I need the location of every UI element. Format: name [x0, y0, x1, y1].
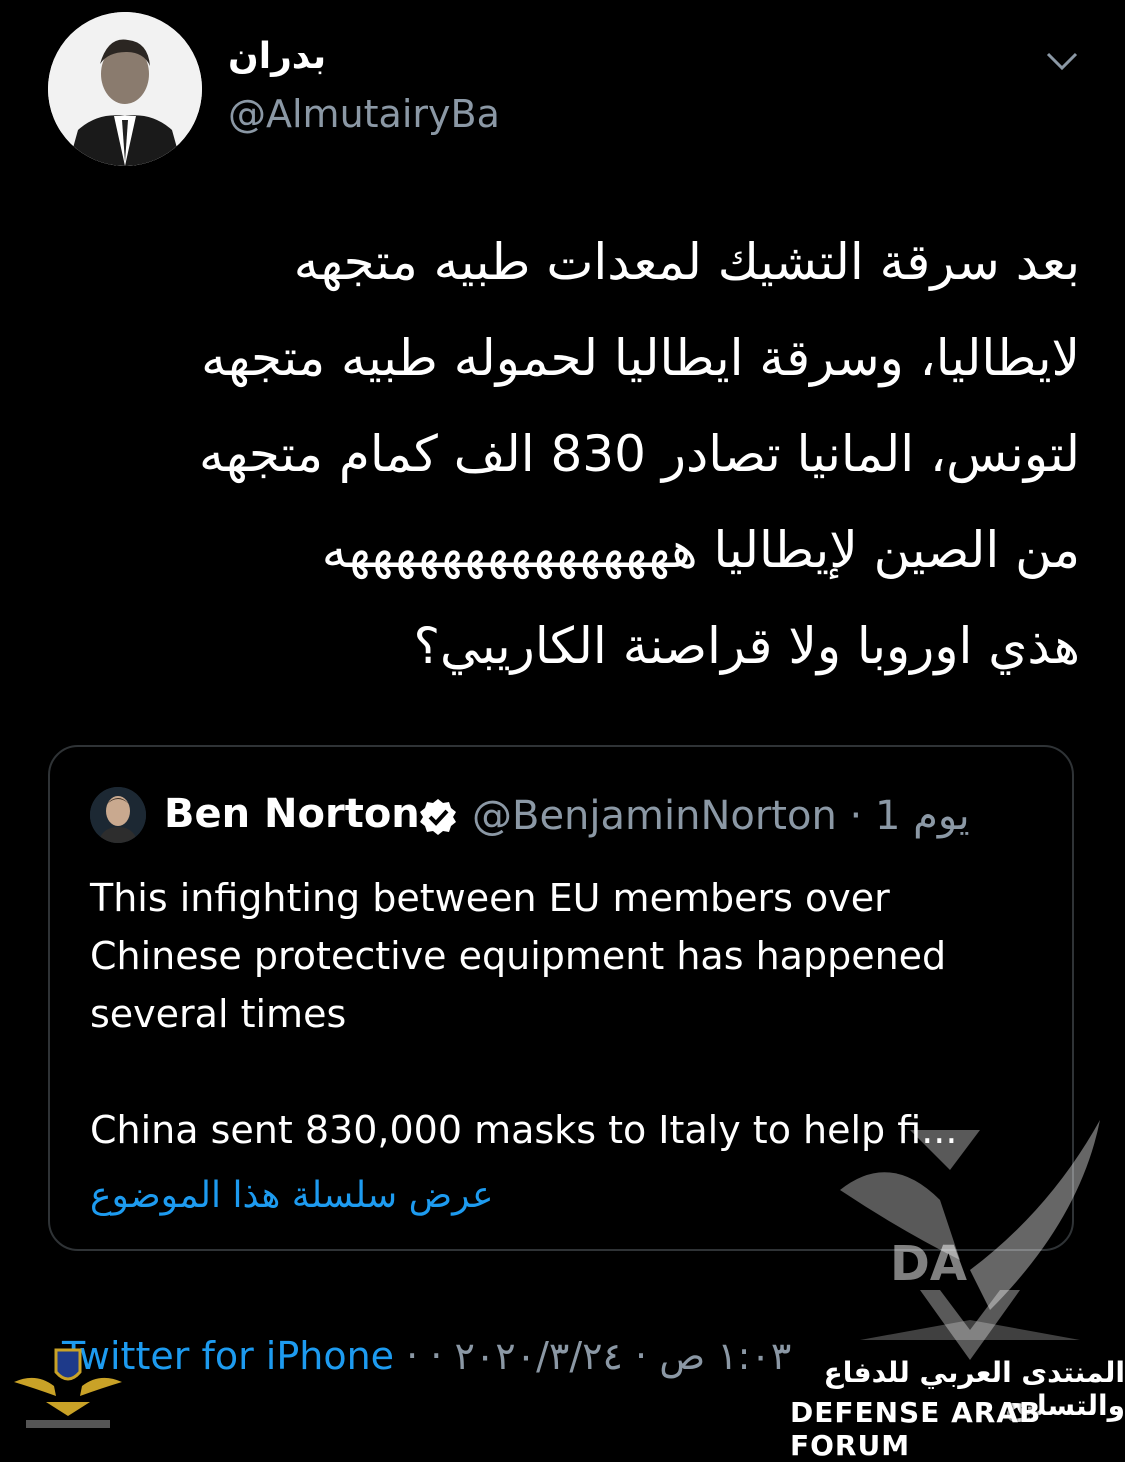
- chevron-down-icon[interactable]: [1044, 46, 1080, 76]
- tweet-footer: Twitter for iPhone · ١:٠٣ ص · ٢٠٢٠/٣/٢٤ …: [62, 1334, 792, 1378]
- quoted-author-handle-time: @BenjaminNorton · 1 يوم: [472, 793, 970, 839]
- quoted-author-avatar[interactable]: [90, 787, 146, 843]
- tweet-line: هذي اوروبا ولا قراصنة الكاريبي؟: [413, 617, 1080, 675]
- quoted-author-name[interactable]: Ben Norton: [164, 791, 420, 837]
- quoted-paragraph: This infighting between EU members over …: [90, 876, 947, 1036]
- logo-letters: DA: [890, 1236, 967, 1292]
- watermark-english: DEFENSE ARAB FORUM: [790, 1396, 1042, 1462]
- tweet-line: من الصين لإيطاليا هههههههههههههههه: [321, 521, 1080, 579]
- tweet-line: بعد سرقة التشيك لمعدات طبيه متجهه: [293, 233, 1080, 291]
- show-thread-link[interactable]: عرض سلسلة هذا الموضوع: [90, 1175, 494, 1216]
- author-avatar[interactable]: [48, 12, 202, 166]
- forum-logo-small: [14, 1348, 122, 1428]
- tweet-timestamp: ١:٠٣ ص · ٢٠٢٠/٣/٢٤ ·: [430, 1334, 792, 1378]
- author-display-name[interactable]: بدران: [228, 36, 326, 77]
- tweet-line: لايطاليا، وسرقة ايطاليا لحموله طبيه متجه…: [201, 329, 1080, 387]
- tweet-line: لتونس، المانيا تصادر 830 الف كمام متجهه: [199, 425, 1080, 483]
- author-handle[interactable]: @AlmutairyBa: [228, 92, 500, 136]
- verified-badge-icon: [420, 799, 456, 835]
- tweet-text: بعد سرقة التشيك لمعدات طبيه متجهه لايطال…: [40, 214, 1080, 694]
